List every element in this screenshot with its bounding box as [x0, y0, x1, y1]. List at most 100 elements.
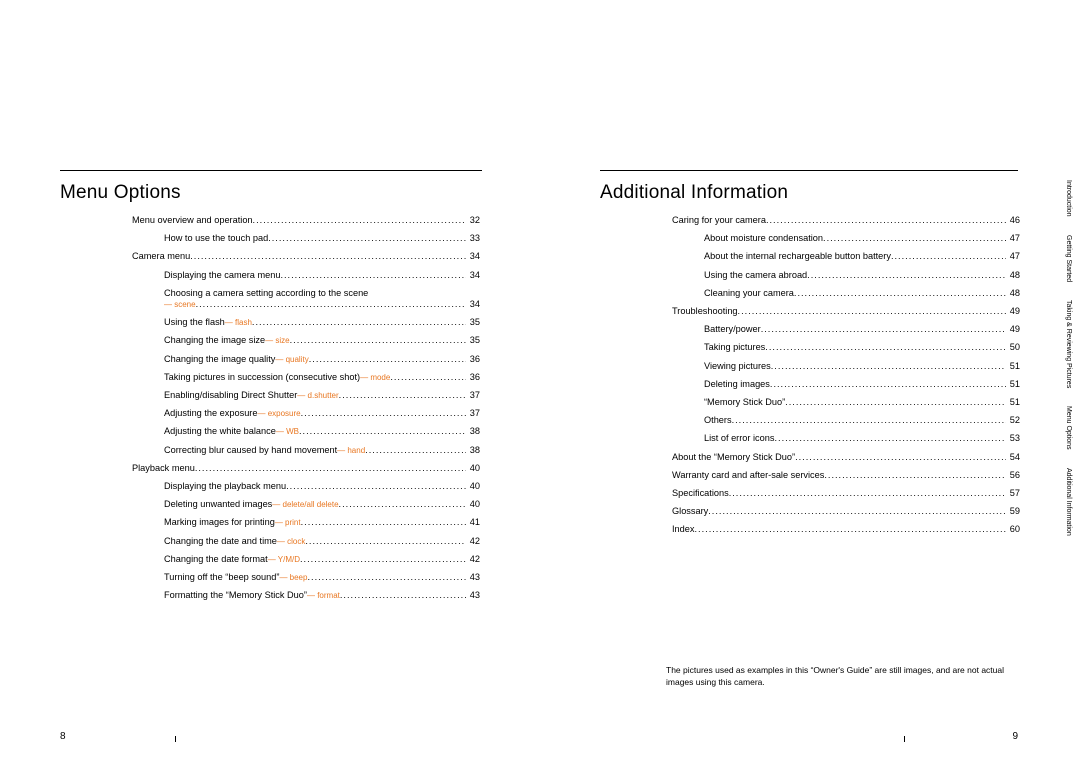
- toc-entry: Using the camera abroad48: [600, 271, 1020, 280]
- toc-label: Index: [672, 525, 694, 534]
- toc-leader-dots: [765, 343, 1005, 352]
- toc-entry: Correcting blur caused by hand movement …: [60, 446, 480, 455]
- toc-leader-dots: [305, 537, 465, 546]
- toc-leader-dots: [824, 471, 1005, 480]
- toc-label: Playback menu: [132, 464, 195, 473]
- toc-label: Using the flash: [164, 318, 225, 327]
- toc-label: Others: [704, 416, 732, 425]
- toc-label: Changing the image quality: [164, 355, 275, 364]
- toc-page-number: 57: [1006, 489, 1020, 498]
- toc-page-number: 41: [466, 518, 480, 527]
- toc-label: Enabling/disabling Direct Shutter: [164, 391, 297, 400]
- toc-entry: Taking pictures in succession (consecuti…: [60, 373, 480, 382]
- toc-entry: Deleting unwanted images — delete/all de…: [60, 500, 480, 509]
- section-title-left: Menu Options: [60, 182, 480, 204]
- toc-tag: — hand: [337, 447, 365, 455]
- side-tab: Additional Information: [1026, 466, 1072, 538]
- toc-tag: — clock: [277, 538, 305, 546]
- toc-label: About the “Memory Stick Duo”: [672, 453, 795, 462]
- toc-page-number: 46: [1006, 216, 1020, 225]
- toc-page-number: 36: [466, 355, 480, 364]
- toc-label: List of error icons: [704, 434, 774, 443]
- toc-leader-dots: [738, 307, 1006, 316]
- toc-tag: — flash: [225, 319, 252, 327]
- toc-tag: — print: [275, 519, 301, 527]
- toc-label: Displaying the playback menu: [164, 482, 286, 491]
- toc-tag: — WB: [276, 428, 299, 436]
- toc-page-number: 32: [466, 216, 480, 225]
- toc-tag: — scene: [164, 301, 196, 309]
- toc-label: Taking pictures: [704, 343, 765, 352]
- toc-entry: Displaying the camera menu34: [60, 271, 480, 280]
- right-page: Additional Information Caring for your c…: [540, 0, 1080, 772]
- toc-leader-dots: [252, 318, 466, 327]
- toc-entry: Deleting images 51: [600, 380, 1020, 389]
- toc-page-number: 54: [1006, 453, 1020, 462]
- side-tabs: IntroductionGetting StartedTaking & Revi…: [1026, 178, 1072, 537]
- side-tab: Getting Started: [1026, 233, 1072, 284]
- toc-leader-dots: [365, 446, 466, 455]
- toc-entry: Choosing a camera setting according to t…: [60, 289, 480, 298]
- toc-label: Caring for your camera: [672, 216, 766, 225]
- toc-entry: Menu overview and operation32: [60, 216, 480, 225]
- toc-leader-dots: [300, 555, 466, 564]
- toc-page-number: 40: [466, 500, 480, 509]
- toc-entry: Formatting the “Memory Stick Duo” — form…: [60, 591, 480, 600]
- toc-leader-dots: [785, 398, 1006, 407]
- toc-entry: About moisture condensation 47: [600, 234, 1020, 243]
- toc-entry: Caring for your camera 46: [600, 216, 1020, 225]
- toc-leader-dots: [307, 573, 465, 582]
- toc-label: Deleting images: [704, 380, 770, 389]
- crop-mark-right: [904, 736, 905, 742]
- toc-label: How to use the touch pad: [164, 234, 268, 243]
- toc-entry: Battery/power49: [600, 325, 1020, 334]
- toc-entry: Glossary59: [600, 507, 1020, 516]
- toc-entry: — scene 34: [60, 300, 480, 309]
- toc-page-number: 49: [1006, 307, 1020, 316]
- toc-page-number: 36: [466, 373, 480, 382]
- toc-page-number: 33: [466, 234, 480, 243]
- toc-page-number: 40: [466, 482, 480, 491]
- toc-entry: Adjusting the white balance — WB 38: [60, 427, 480, 436]
- toc-page-number: 34: [466, 300, 480, 309]
- toc-label: About the internal rechargeable button b…: [704, 252, 891, 261]
- toc-page-number: 37: [466, 391, 480, 400]
- toc-page-number: 51: [1006, 380, 1020, 389]
- toc-page-number: 52: [1006, 416, 1020, 425]
- side-tab: Taking & Reviewing Pictures: [1026, 298, 1072, 390]
- toc-leader-dots: [340, 591, 466, 600]
- crop-mark-left: [175, 736, 176, 742]
- toc-label: Turning off the “beep sound”: [164, 573, 279, 582]
- toc-tag: — d.shutter: [297, 392, 338, 400]
- toc-leader-dots: [286, 482, 466, 491]
- toc-label: Deleting unwanted images: [164, 500, 272, 509]
- toc-page-number: 43: [466, 591, 480, 600]
- toc-leader-dots: [761, 325, 1006, 334]
- toc-label: About moisture condensation: [704, 234, 823, 243]
- toc-leader-dots: [807, 271, 1006, 280]
- toc-page-number: 35: [466, 336, 480, 345]
- toc-label: Marking images for printing: [164, 518, 275, 527]
- toc-entry: Turning off the “beep sound” — beep 43: [60, 573, 480, 582]
- toc-tag: — format: [307, 592, 340, 600]
- toc-label: Changing the image size: [164, 336, 265, 345]
- toc-label: Taking pictures in succession (consecuti…: [164, 373, 360, 382]
- toc-leader-dots: [770, 380, 1006, 389]
- toc-label: Battery/power: [704, 325, 761, 334]
- toc-page-number: 47: [1006, 234, 1020, 243]
- toc-leader-dots: [339, 500, 466, 509]
- toc-entry: Changing the image size — size 35: [60, 336, 480, 345]
- toc-entry: Changing the date format — Y/M/D 42: [60, 555, 480, 564]
- toc-tag: — size: [265, 337, 289, 345]
- toc-leader-dots: [253, 216, 466, 225]
- toc-entry: Camera menu34: [60, 252, 480, 261]
- toc-entry: Enabling/disabling Direct Shutter — d.sh…: [60, 391, 480, 400]
- toc-page-number: 59: [1006, 507, 1020, 516]
- toc-page-number: 47: [1006, 252, 1020, 261]
- toc-entry: Taking pictures50: [600, 343, 1020, 352]
- toc-leader-dots: [823, 234, 1006, 243]
- page-number-left: 8: [60, 731, 66, 742]
- toc-leader-dots: [195, 464, 466, 473]
- toc-label: Changing the date format: [164, 555, 268, 564]
- toc-label: Specifications: [672, 489, 729, 498]
